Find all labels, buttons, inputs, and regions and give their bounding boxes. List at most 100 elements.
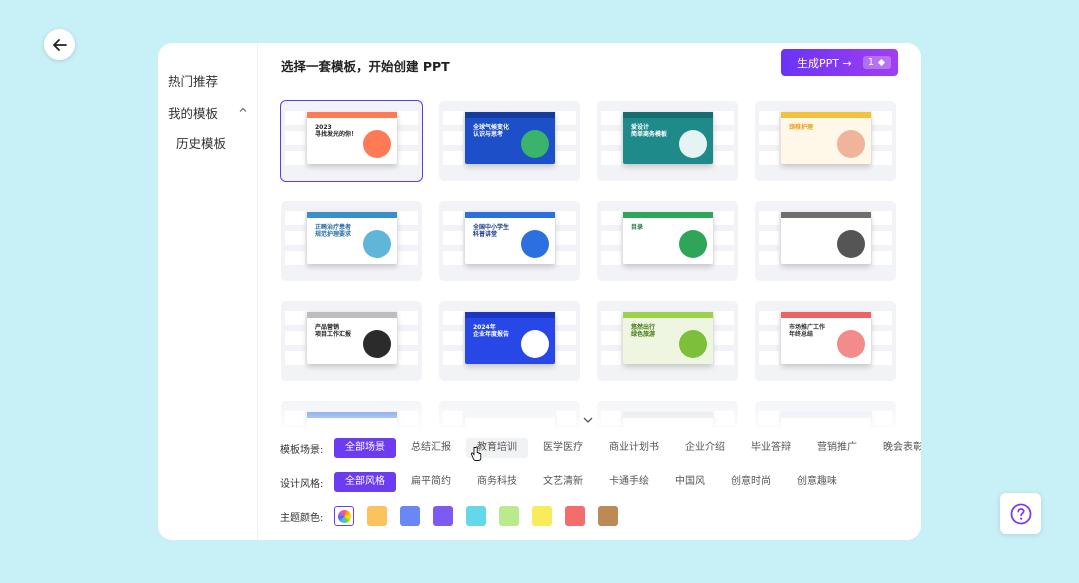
slide-preview-mini [714, 351, 734, 365]
scene-chip[interactable]: 商业计划书 [598, 438, 670, 458]
slide-preview-mini [443, 211, 463, 225]
slide-preview-mini [285, 131, 305, 145]
slide-preview-mini [443, 231, 463, 245]
slide-preview-mini [601, 111, 621, 125]
template-thumbnail[interactable]: 2024年 企业年度报告 [439, 301, 580, 381]
slide-preview: 目录 [623, 212, 713, 264]
template-thumbnail[interactable]: 全国中小学生 科普讲堂 [439, 201, 580, 281]
all-colors-swatch[interactable] [334, 506, 354, 526]
color-swatch[interactable] [433, 506, 453, 526]
style-chip[interactable]: 创意时尚 [720, 472, 782, 492]
color-swatch[interactable] [367, 506, 387, 526]
scene-chip[interactable]: 企业介绍 [674, 438, 736, 458]
slide-preview-mini [556, 331, 576, 345]
generate-ppt-button[interactable]: 生成PPT → 1 [781, 49, 898, 76]
slide-preview: 产品营销 项目工作汇报 [307, 312, 397, 364]
template-thumbnail[interactable]: 目录 [597, 201, 738, 281]
slide-preview: 2023 寻找发光的你！ [307, 112, 397, 164]
slide-preview-mini [872, 331, 892, 345]
color-swatch[interactable] [532, 506, 552, 526]
chevron-down-icon[interactable] [582, 415, 594, 425]
template-thumbnail[interactable]: 悠然出行 绿色旅游 [597, 301, 738, 381]
template-title: 正畸治疗患者 规范护理要求 [315, 224, 352, 239]
slide-graphic [521, 130, 549, 158]
template-thumbnail[interactable]: 颈椎护理 [755, 101, 896, 181]
slide-preview-mini [443, 111, 463, 125]
slide-preview-mini [601, 351, 621, 365]
slide-preview-mini [556, 231, 576, 245]
slide-graphic [363, 230, 391, 258]
style-chip[interactable]: 创意趣味 [786, 472, 848, 492]
slide-preview: 爱设计 简单商务模板 [623, 112, 713, 164]
slide-preview-mini [872, 111, 892, 125]
sidebar-item-history[interactable]: 历史模板 [176, 133, 226, 152]
template-thumbnail[interactable]: 正畸治疗患者 规范护理要求 [281, 201, 422, 281]
back-button[interactable] [44, 29, 75, 60]
template-grid: 2023 寻找发光的你！ 全球气候变化 认识与思考 爱设计 简单商务模板 颈椎护理正畸… [280, 100, 900, 427]
slide-preview-mini [601, 311, 621, 325]
color-filter-row: 主题颜色: [280, 505, 631, 527]
slide-preview-mini [714, 151, 734, 165]
slide-preview-mini [759, 151, 779, 165]
generate-count-badge: 1 [862, 56, 892, 69]
template-thumbnail[interactable]: 2023 寻找发光的你！ [280, 100, 423, 182]
scene-chip[interactable]: 营销推广 [806, 438, 868, 458]
slide-header-bar [307, 312, 397, 318]
color-swatch[interactable] [466, 506, 486, 526]
template-thumbnail[interactable] [755, 201, 896, 281]
template-title: 目录 [631, 224, 644, 231]
slide-preview-mini [714, 111, 734, 125]
style-chip[interactable]: 卡通手绘 [598, 472, 660, 492]
template-title: 颈椎护理 [789, 124, 814, 131]
scene-chip[interactable]: 医学医疗 [532, 438, 594, 458]
slide-preview-mini [398, 111, 418, 125]
slide-preview-mini [759, 131, 779, 145]
slide-preview: 市场推广工作 年终总结 [781, 312, 871, 364]
slide-preview-mini [398, 131, 418, 145]
slide-preview-mini [872, 151, 892, 165]
chevron-up-icon[interactable] [238, 105, 248, 115]
style-chip[interactable]: 扁平简约 [400, 472, 462, 492]
sidebar-item-mine[interactable]: 我的模板 [168, 103, 218, 122]
slide-graphic [837, 230, 865, 258]
generate-count: 1 [867, 57, 875, 68]
template-thumbnail[interactable]: 全球气候变化 认识与思考 [439, 101, 580, 181]
slide-preview-mini [759, 251, 779, 265]
style-chip[interactable]: 商务科技 [466, 472, 528, 492]
scene-chip[interactable]: 毕业答辩 [740, 438, 802, 458]
slide-header-bar [465, 112, 555, 118]
template-thumbnail[interactable]: 产品营销 项目工作汇报 [281, 301, 422, 381]
slide-preview-mini [398, 231, 418, 245]
scene-chip[interactable]: 全部场景 [334, 438, 396, 458]
color-swatch[interactable] [400, 506, 420, 526]
slide-preview: 2024年 企业年度报告 [465, 312, 555, 364]
style-chip[interactable]: 中国风 [664, 472, 716, 492]
slide-preview-mini [872, 131, 892, 145]
slide-preview-mini [285, 251, 305, 265]
slide-preview-mini [556, 131, 576, 145]
scene-chip[interactable]: 总结汇报 [400, 438, 462, 458]
slide-header-bar [781, 212, 871, 218]
slide-preview-mini [285, 311, 305, 325]
slide-preview-mini [285, 351, 305, 365]
slide-preview: 悠然出行 绿色旅游 [623, 312, 713, 364]
color-swatch[interactable] [565, 506, 585, 526]
template-title: 产品营销 项目工作汇报 [315, 324, 352, 339]
color-swatch[interactable] [598, 506, 618, 526]
slide-header-bar [623, 112, 713, 118]
slide-preview-mini [714, 231, 734, 245]
slide-preview-mini [601, 151, 621, 165]
help-button[interactable] [1000, 493, 1041, 534]
template-title: 悠然出行 绿色旅游 [631, 324, 656, 339]
slide-preview-mini [872, 251, 892, 265]
style-chip[interactable]: 文艺清新 [532, 472, 594, 492]
slide-preview-mini [443, 251, 463, 265]
style-chip[interactable]: 全部风格 [334, 472, 396, 492]
template-thumbnail[interactable]: 爱设计 简单商务模板 [597, 101, 738, 181]
template-thumbnail[interactable]: 市场推广工作 年终总结 [755, 301, 896, 381]
slide-preview-mini [601, 251, 621, 265]
color-swatch[interactable] [499, 506, 519, 526]
scene-chip[interactable]: 晚会表彰 [872, 438, 921, 458]
style-filter-label: 设计风格: [280, 478, 324, 490]
sidebar-item-hot[interactable]: 热门推荐 [168, 71, 218, 90]
